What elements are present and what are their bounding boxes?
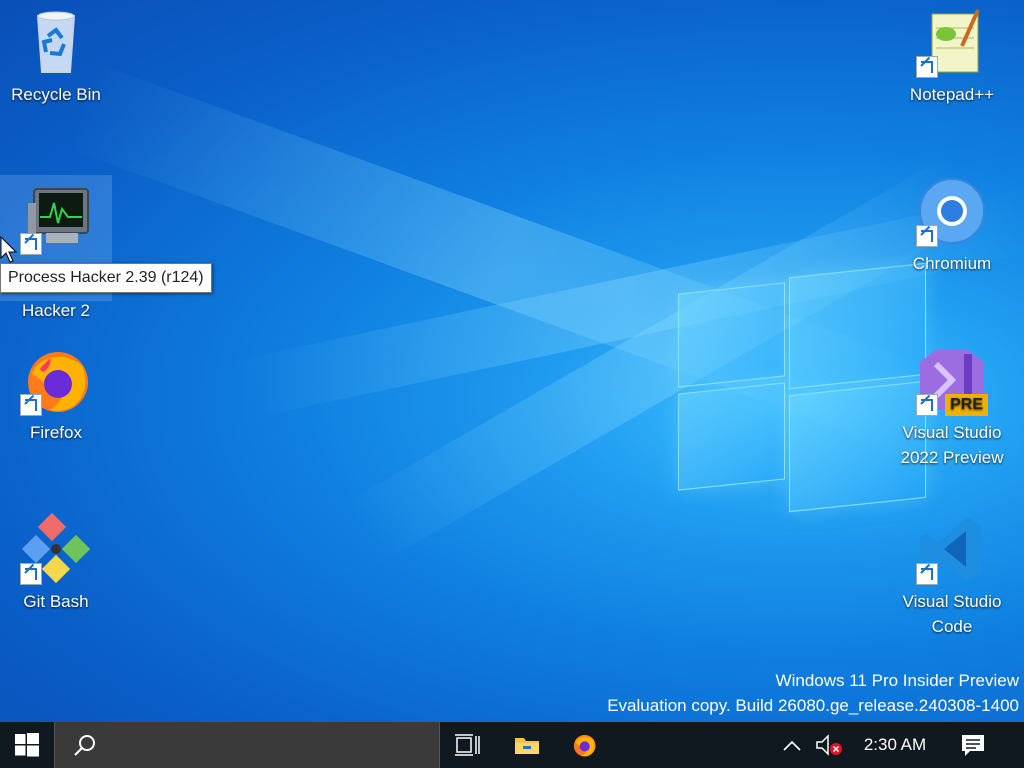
git-bash-icon	[20, 512, 92, 585]
process-hacker-icon	[20, 183, 92, 255]
file-explorer-icon	[515, 738, 539, 754]
tooltip: Process Hacker 2.39 (r124)	[0, 263, 212, 293]
recycle-bin-shortcut[interactable]: Recycle Bin	[0, 6, 112, 107]
shortcut-arrow-icon	[916, 225, 938, 247]
speaker-muted-icon	[816, 734, 842, 756]
shortcut-arrow-icon	[916, 563, 938, 585]
windows-watermark: Windows 11 Pro Insider Preview Evaluatio…	[607, 668, 1019, 718]
task-view-icon	[455, 734, 480, 756]
show-hidden-icons-button[interactable]	[778, 722, 806, 768]
vscode-icon	[916, 513, 988, 585]
watermark-line-1: Windows 11 Pro Insider Preview	[775, 671, 1019, 690]
shortcut-arrow-icon	[20, 394, 42, 416]
watermark-line-2: Evaluation copy. Build 26080.ge_release.…	[607, 696, 1019, 715]
shortcut-arrow-icon	[916, 394, 938, 416]
preview-badge: PRE	[945, 394, 988, 416]
search-icon	[74, 735, 95, 756]
file-explorer-taskbar-button[interactable]	[504, 722, 550, 768]
notification-icon	[962, 735, 984, 756]
firefox-taskbar-button[interactable]	[561, 722, 607, 768]
taskbar: 2:30 AM	[0, 722, 1024, 768]
task-view-button[interactable]	[444, 722, 490, 768]
windows-start-icon	[15, 733, 39, 757]
notepad-plus-plus-icon	[916, 6, 988, 78]
chromium-icon	[916, 175, 988, 247]
icon-label: Visual Studio 2022 Preview	[900, 423, 1004, 467]
shortcut-arrow-icon	[20, 233, 42, 255]
icon-label: Chromium	[912, 254, 992, 273]
windows-wallpaper-logo	[676, 258, 926, 513]
icon-label: Firefox	[30, 423, 82, 442]
firefox-icon	[573, 734, 596, 757]
visual-studio-icon: PRE	[916, 344, 988, 416]
action-center-button[interactable]	[950, 722, 996, 768]
firefox-icon	[20, 344, 92, 416]
chevron-up-icon	[783, 740, 801, 751]
system-clock[interactable]: 2:30 AM	[856, 722, 934, 768]
mouse-cursor-icon	[0, 236, 18, 263]
chromium-shortcut[interactable]: Chromium	[896, 175, 1008, 276]
volume-button[interactable]	[812, 722, 846, 768]
shortcut-arrow-icon	[916, 56, 938, 78]
desktop: Recycle Bin Process Hacker 2 Firefo	[0, 0, 1024, 722]
firefox-shortcut[interactable]: Firefox	[0, 344, 112, 445]
notepad-plus-plus-shortcut[interactable]: Notepad++	[896, 6, 1008, 107]
icon-label: Git Bash	[23, 592, 89, 611]
start-button[interactable]	[0, 722, 54, 768]
search-box[interactable]	[54, 722, 440, 768]
shortcut-arrow-icon	[20, 563, 42, 585]
icon-label: Visual Studio Code	[902, 592, 1002, 636]
git-bash-shortcut[interactable]: Git Bash	[0, 512, 112, 614]
visual-studio-code-shortcut[interactable]: Visual Studio Code	[896, 513, 1008, 639]
icon-label: Notepad++	[909, 85, 995, 104]
recycle-bin-icon	[20, 6, 92, 78]
icon-label: Recycle Bin	[11, 85, 101, 104]
visual-studio-2022-preview-shortcut[interactable]: PRE Visual Studio 2022 Preview	[896, 344, 1008, 470]
